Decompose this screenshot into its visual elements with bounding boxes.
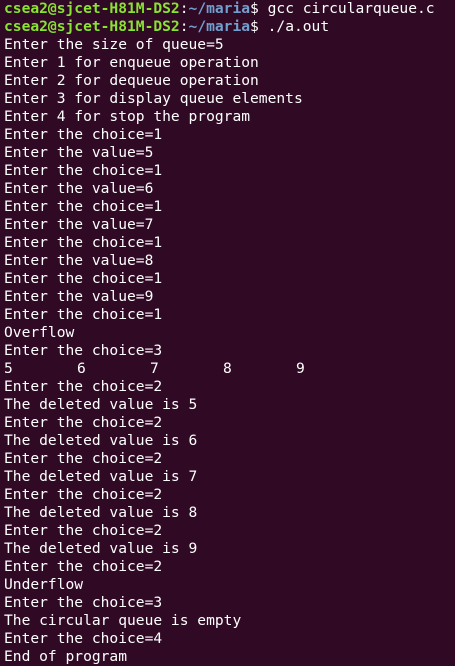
queue-element: 6 [77,360,86,377]
output-line: Enter the choice=1 [4,234,163,251]
prompt-command: ./a.out [267,18,330,35]
output-line: The deleted value is 6 [4,432,198,449]
output-line: Enter the choice=3 [4,342,163,359]
output-line: Enter the choice=2 [4,414,163,431]
prompt-symbol: $ [250,0,268,17]
queue-elements-row: 5 6 7 8 9 [4,360,455,378]
prompt-command: gcc circularqueue.c [267,0,435,17]
output-line: Enter the choice=1 [4,126,163,143]
queue-element: 8 [223,360,232,377]
queue-element: 9 [296,360,305,377]
output-line: Enter the value=5 [4,144,154,161]
output-line: Enter the size of queue=5 [4,36,224,53]
output-line: Enter the choice=2 [4,486,163,503]
prompt-colon: : [179,18,189,35]
output-line: Enter 1 for enqueue operation [4,54,259,71]
output-line: Enter the choice=1 [4,270,163,287]
output-line: Enter the choice=1 [4,198,163,215]
prompt-user: csea2@sjcet-H81M-DS2 [4,18,180,35]
prompt-user: csea2@sjcet-H81M-DS2 [4,0,180,17]
prompt-symbol: $ [250,18,268,35]
prompt-line-1: csea2@sjcet-H81M-DS2:~/maria$ gcc circul… [4,0,455,18]
output-line: Enter the value=6 [4,180,154,197]
output-line: Enter the choice=2 [4,450,163,467]
prompt-path: ~/maria [188,0,251,17]
output-line: Enter the choice=2 [4,522,163,539]
prompt-line-2: csea2@sjcet-H81M-DS2:~/maria$ ./a.out [4,18,455,36]
output-line: Enter the choice=2 [4,378,163,395]
output-line: The deleted value is 9 [4,540,198,557]
output-line: Enter 2 for dequeue operation [4,72,259,89]
output-line: Enter the value=9 [4,288,154,305]
output-line: Underflow [4,576,84,593]
terminal-window[interactable]: csea2@sjcet-H81M-DS2:~/maria$ gcc circul… [0,0,455,666]
output-line: The circular queue is empty [4,612,242,629]
output-line: Enter 4 for stop the program [4,108,251,125]
output-line: Enter the choice=2 [4,558,163,575]
output-line: Enter 3 for display queue elements [4,90,303,107]
prompt-path: ~/maria [188,18,251,35]
output-line: Enter the choice=1 [4,162,163,179]
prompt-colon: : [179,0,189,17]
output-line: Enter the choice=3 [4,594,163,611]
output-line: Enter the choice=1 [4,306,163,323]
queue-element: 5 [4,360,13,377]
output-line: The deleted value is 7 [4,468,198,485]
output-line: Enter the value=8 [4,252,154,269]
output-line: The deleted value is 5 [4,396,198,413]
output-line: End of program [4,648,128,665]
output-line: Enter the value=7 [4,216,154,233]
output-line: Enter the choice=4 [4,630,163,647]
queue-element: 7 [150,360,159,377]
output-line: Overflow [4,324,75,341]
output-line: The deleted value is 8 [4,504,198,521]
